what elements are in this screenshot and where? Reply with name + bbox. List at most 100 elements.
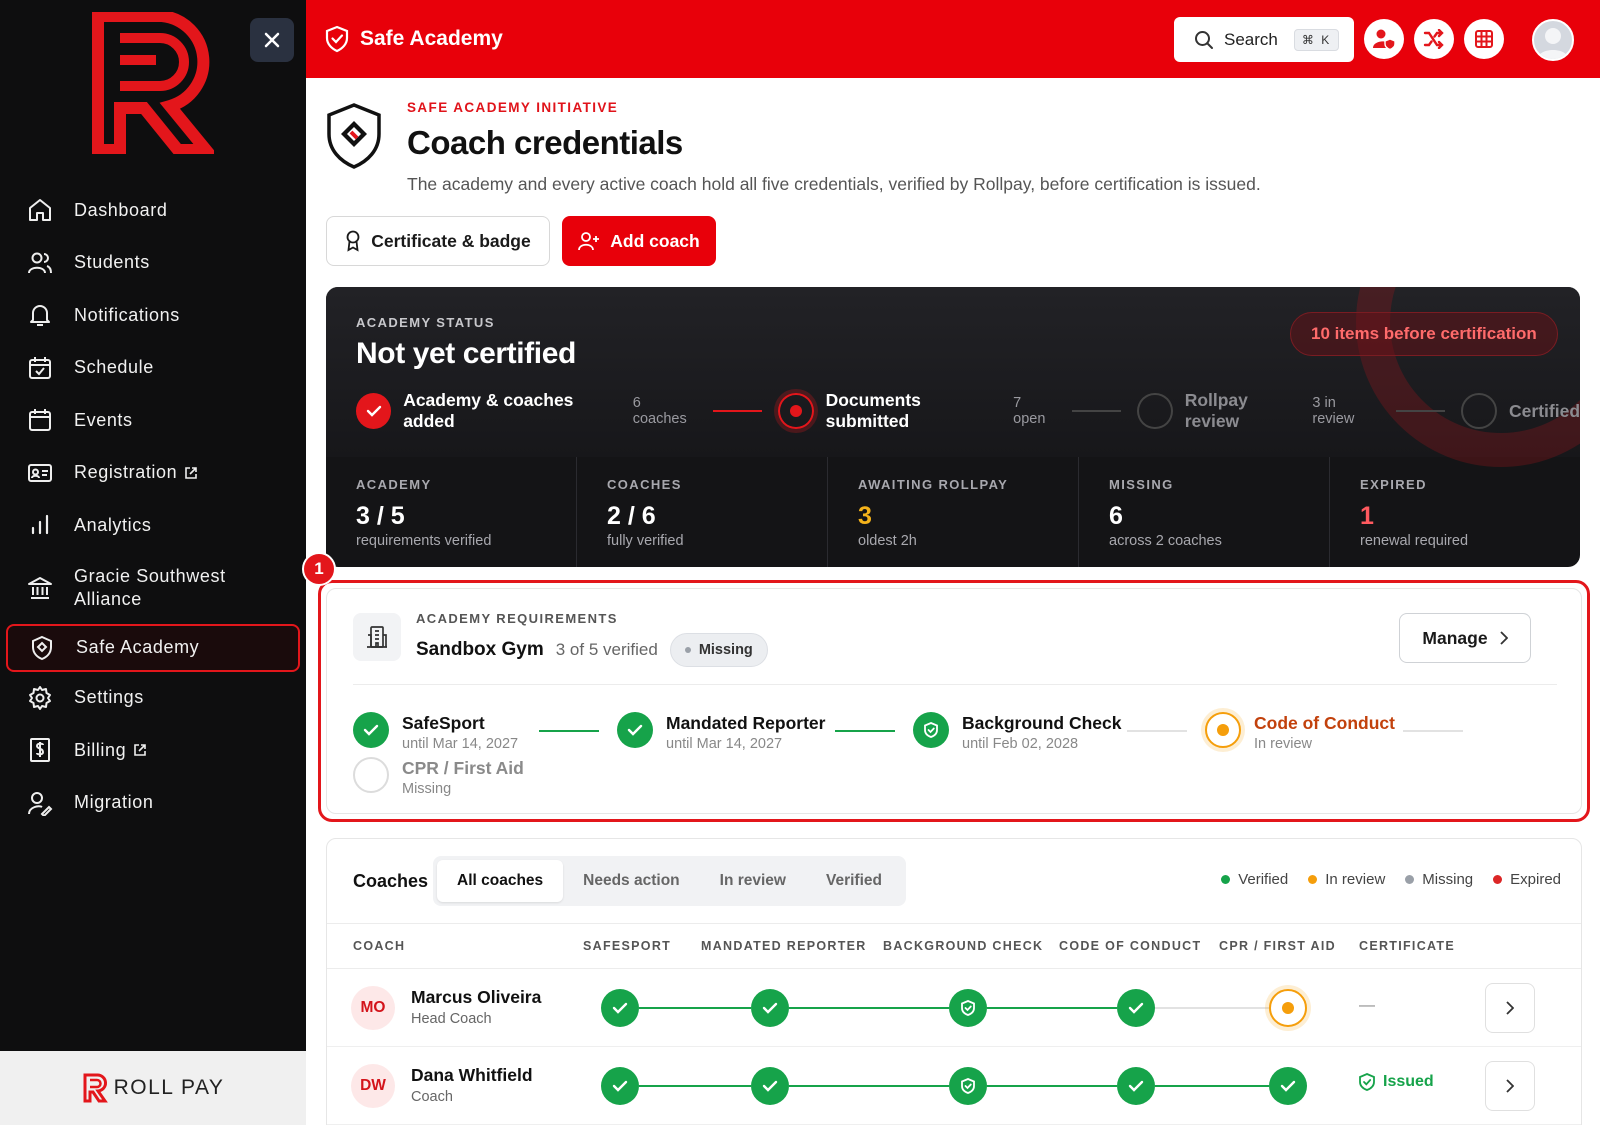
safesport-verified-icon xyxy=(601,989,639,1027)
table-row[interactable]: DW Dana Whitfield Coach Issued xyxy=(327,1047,1581,1125)
academy-name-row: Sandbox Gym 3 of 5 verified Missing xyxy=(416,633,768,667)
user-shield-icon xyxy=(1373,29,1396,50)
step-connector xyxy=(1072,410,1122,412)
search-input[interactable]: Search ⌘ K xyxy=(1174,17,1354,62)
legend-missing: Missing xyxy=(1405,871,1473,888)
sidebar-item-settings[interactable]: Settings xyxy=(0,672,306,725)
close-sidebar-button[interactable] xyxy=(250,18,294,62)
items-remaining-badge: 10 items before certification xyxy=(1290,312,1558,356)
chevron-right-icon xyxy=(1506,1079,1514,1093)
metric-sub: fully verified xyxy=(607,533,684,549)
column-header: CERTIFICATE xyxy=(1359,939,1456,953)
id-card-icon xyxy=(26,459,54,487)
column-header: CODE OF CONDUCT xyxy=(1059,939,1202,953)
sidebar: Dashboard Students Notifications Schedul… xyxy=(0,0,306,1125)
avatar[interactable] xyxy=(1532,19,1574,61)
row-open-button[interactable] xyxy=(1485,983,1535,1033)
metric-expired: EXPIRED 1 renewal required xyxy=(1330,457,1580,567)
divider xyxy=(353,684,1557,685)
certificate-status: Issued xyxy=(1359,1073,1434,1091)
metric-label: ACADEMY xyxy=(356,477,432,492)
external-link-icon xyxy=(185,466,198,479)
background-check-shield-icon xyxy=(949,989,987,1027)
requirement-cpr-first-aid[interactable]: CPR / First Aid Missing xyxy=(353,757,524,799)
requirement-name: Code of Conduct xyxy=(1254,713,1395,733)
coach-name: Dana Whitfield xyxy=(411,1065,533,1085)
sidebar-item-students[interactable]: Students xyxy=(0,237,306,290)
sidebar-item-label: Dashboard xyxy=(74,199,168,220)
safesport-verified-icon xyxy=(601,1067,639,1105)
certificate-status: — xyxy=(1359,997,1375,1014)
coach-avatar: DW xyxy=(351,1064,395,1108)
cpr-verified-icon xyxy=(1269,1067,1307,1105)
bell-icon xyxy=(26,301,54,329)
sidebar-item-safe-academy[interactable]: Safe Academy xyxy=(6,623,300,672)
metric-label: MISSING xyxy=(1109,477,1174,492)
user-shield-button[interactable] xyxy=(1364,19,1404,59)
requirement-safesport[interactable]: SafeSport until Mar 14, 2027 xyxy=(353,712,518,754)
dollar-doc-icon xyxy=(26,736,54,764)
column-header: BACKGROUND CHECK xyxy=(883,939,1044,953)
grid-table-icon xyxy=(1475,30,1493,48)
calendar-icon xyxy=(26,406,54,434)
sidebar-item-analytics[interactable]: Analytics xyxy=(0,499,306,552)
coach-name: Marcus Oliveira xyxy=(411,987,542,1007)
requirement-name: CPR / First Aid xyxy=(402,758,524,778)
user-plus-icon xyxy=(578,232,600,251)
shuffle-icon xyxy=(1423,29,1444,49)
tab-in-review[interactable]: In review xyxy=(700,860,806,902)
metric-value: 3 xyxy=(858,502,872,530)
sidebar-item-schedule[interactable]: Schedule xyxy=(0,342,306,395)
sidebar-item-label: Analytics xyxy=(74,514,152,535)
status-legend: Verified In review Missing Expired xyxy=(1221,871,1561,888)
metric-awaiting-rollpay: AWAITING ROLLPAY 3 oldest 2h xyxy=(828,457,1079,567)
search-icon xyxy=(1195,30,1213,49)
tab-all-coaches[interactable]: All coaches xyxy=(437,860,564,902)
requirement-sub: Missing xyxy=(402,781,452,797)
tab-needs-action[interactable]: Needs action xyxy=(563,860,699,902)
step-name: Documents submitted xyxy=(825,390,921,431)
requirement-mandated-reporter[interactable]: Mandated Reporter until Mar 14, 2027 xyxy=(617,712,825,754)
status-metrics: ACADEMY 3 / 5 requirements verified COAC… xyxy=(326,457,1580,567)
sidebar-item-billing[interactable]: Billing xyxy=(0,724,306,777)
table-header: COACH SAFESPORT MANDATED REPORTER BACKGR… xyxy=(327,923,1581,969)
certificate-badge-button[interactable]: Certificate & badge xyxy=(326,216,550,266)
column-header: COACH xyxy=(353,939,406,953)
sidebar-item-registration[interactable]: Registration xyxy=(0,447,306,500)
add-coach-button[interactable]: Add coach xyxy=(562,216,716,266)
row-connector xyxy=(789,1007,949,1009)
brand-name: ROLL PAY xyxy=(113,1076,225,1099)
requirement-code-of-conduct[interactable]: Code of Conduct In review xyxy=(1205,712,1395,754)
home-icon xyxy=(26,196,54,224)
metric-value: 3 / 5 xyxy=(356,502,405,530)
requirements-progress: 3 of 5 verified xyxy=(555,640,658,659)
shuffle-button[interactable] xyxy=(1414,19,1454,59)
search-shortcut: ⌘ K xyxy=(1293,28,1340,51)
row-open-button[interactable] xyxy=(1485,1061,1535,1111)
status-badge-text: Missing xyxy=(698,642,753,658)
background-check-shield-icon xyxy=(949,1067,987,1105)
manage-button[interactable]: Manage xyxy=(1399,613,1531,663)
sidebar-item-label: Settings xyxy=(74,687,144,708)
bar-chart-icon xyxy=(26,511,54,539)
row-connector xyxy=(1155,1085,1269,1087)
in-review-icon xyxy=(1205,712,1241,748)
add-coach-label: Add coach xyxy=(610,230,700,251)
metric-label: EXPIRED xyxy=(1360,477,1427,492)
gear-icon xyxy=(26,684,54,712)
requirement-background-check[interactable]: Background Check until Feb 02, 2028 xyxy=(913,712,1121,754)
award-icon xyxy=(346,230,360,252)
sidebar-item-notifications[interactable]: Notifications xyxy=(0,289,306,342)
sidebar-item-events[interactable]: Events xyxy=(0,394,306,447)
tab-verified[interactable]: Verified xyxy=(806,860,902,902)
sidebar-item-gracie-southwest-alliance[interactable]: Gracie Southwest Alliance xyxy=(0,552,306,624)
sidebar-nav: Dashboard Students Notifications Schedul… xyxy=(0,184,306,829)
sidebar-item-label: Schedule xyxy=(74,357,154,378)
apps-button[interactable] xyxy=(1464,19,1504,59)
table-row[interactable]: MO Marcus Oliveira Head Coach — xyxy=(327,969,1581,1047)
verified-shield-icon xyxy=(913,712,949,748)
sidebar-item-dashboard[interactable]: Dashboard xyxy=(0,184,306,237)
sidebar-item-migration[interactable]: Migration xyxy=(0,777,306,830)
metric-value: 1 xyxy=(1360,502,1374,530)
app-title: Safe Academy xyxy=(324,25,503,53)
